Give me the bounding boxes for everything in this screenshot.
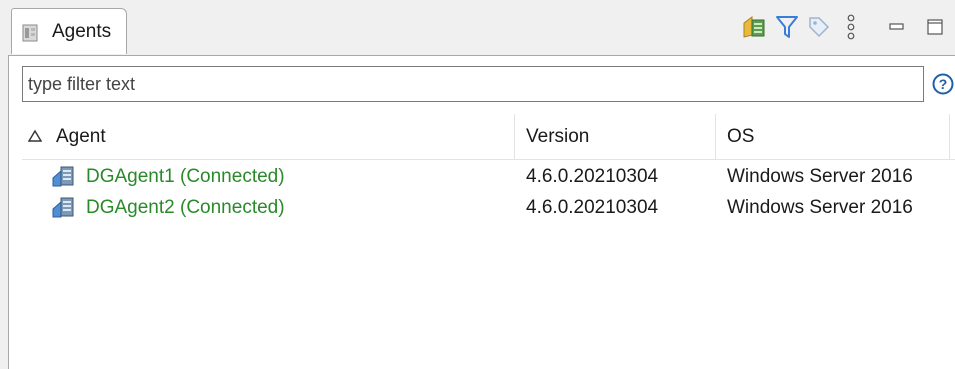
agent-name: DGAgent2 (Connected) bbox=[86, 197, 285, 218]
table-row[interactable]: DGAgent2 (Connected) 4.6.0.20210304 Wind… bbox=[22, 194, 955, 221]
filter-input[interactable] bbox=[23, 67, 923, 101]
minimize-button[interactable] bbox=[883, 13, 911, 41]
table-row[interactable]: DGAgent1 (Connected) 4.6.0.20210304 Wind… bbox=[22, 163, 955, 190]
column-header-agent[interactable]: Agent bbox=[56, 114, 512, 159]
agent-icon bbox=[52, 197, 74, 218]
agent-os: Windows Server 2016 bbox=[727, 197, 913, 218]
column-header-version[interactable]: Version bbox=[526, 114, 712, 159]
minimize-icon bbox=[889, 23, 904, 30]
svg-text:?: ? bbox=[939, 76, 948, 92]
view-tab-bar: Agents bbox=[8, 0, 955, 56]
help-icon[interactable]: ? bbox=[932, 73, 954, 95]
agent-name: DGAgent1 (Connected) bbox=[86, 166, 285, 187]
agents-panel: ? Agent Version OS bbox=[8, 56, 955, 369]
tag-icon bbox=[809, 17, 830, 38]
column-separator[interactable] bbox=[514, 114, 515, 159]
view-menu-icon bbox=[847, 14, 855, 40]
filter-box[interactable] bbox=[22, 66, 924, 102]
column-separator[interactable] bbox=[715, 114, 716, 159]
agents-table: Agent Version OS DGAgent1 (Connected) 4.… bbox=[22, 114, 955, 359]
view-menu-button[interactable] bbox=[837, 13, 865, 41]
column-header-os[interactable]: OS bbox=[727, 114, 947, 159]
agents-view: Agents type filter text ? Agent Version … bbox=[8, 0, 955, 369]
agent-os: Windows Server 2016 bbox=[727, 166, 913, 187]
agent-icon bbox=[52, 166, 74, 187]
tab-agents[interactable]: Agents bbox=[11, 8, 127, 54]
tag-button[interactable] bbox=[805, 13, 833, 41]
add-agent-icon bbox=[743, 16, 765, 38]
filter-button[interactable] bbox=[773, 13, 801, 41]
tab-label: Agents bbox=[52, 21, 112, 42]
agents-view-icon bbox=[22, 24, 38, 42]
agent-version: 4.6.0.20210304 bbox=[526, 166, 659, 187]
sort-ascending-icon bbox=[28, 129, 42, 142]
add-agent-button[interactable] bbox=[741, 13, 769, 41]
column-separator[interactable] bbox=[949, 114, 950, 159]
table-header: Agent Version OS bbox=[22, 114, 955, 160]
agent-version: 4.6.0.20210304 bbox=[526, 197, 659, 218]
maximize-button[interactable] bbox=[921, 13, 949, 41]
maximize-icon bbox=[927, 19, 943, 35]
filter-icon bbox=[776, 16, 798, 38]
